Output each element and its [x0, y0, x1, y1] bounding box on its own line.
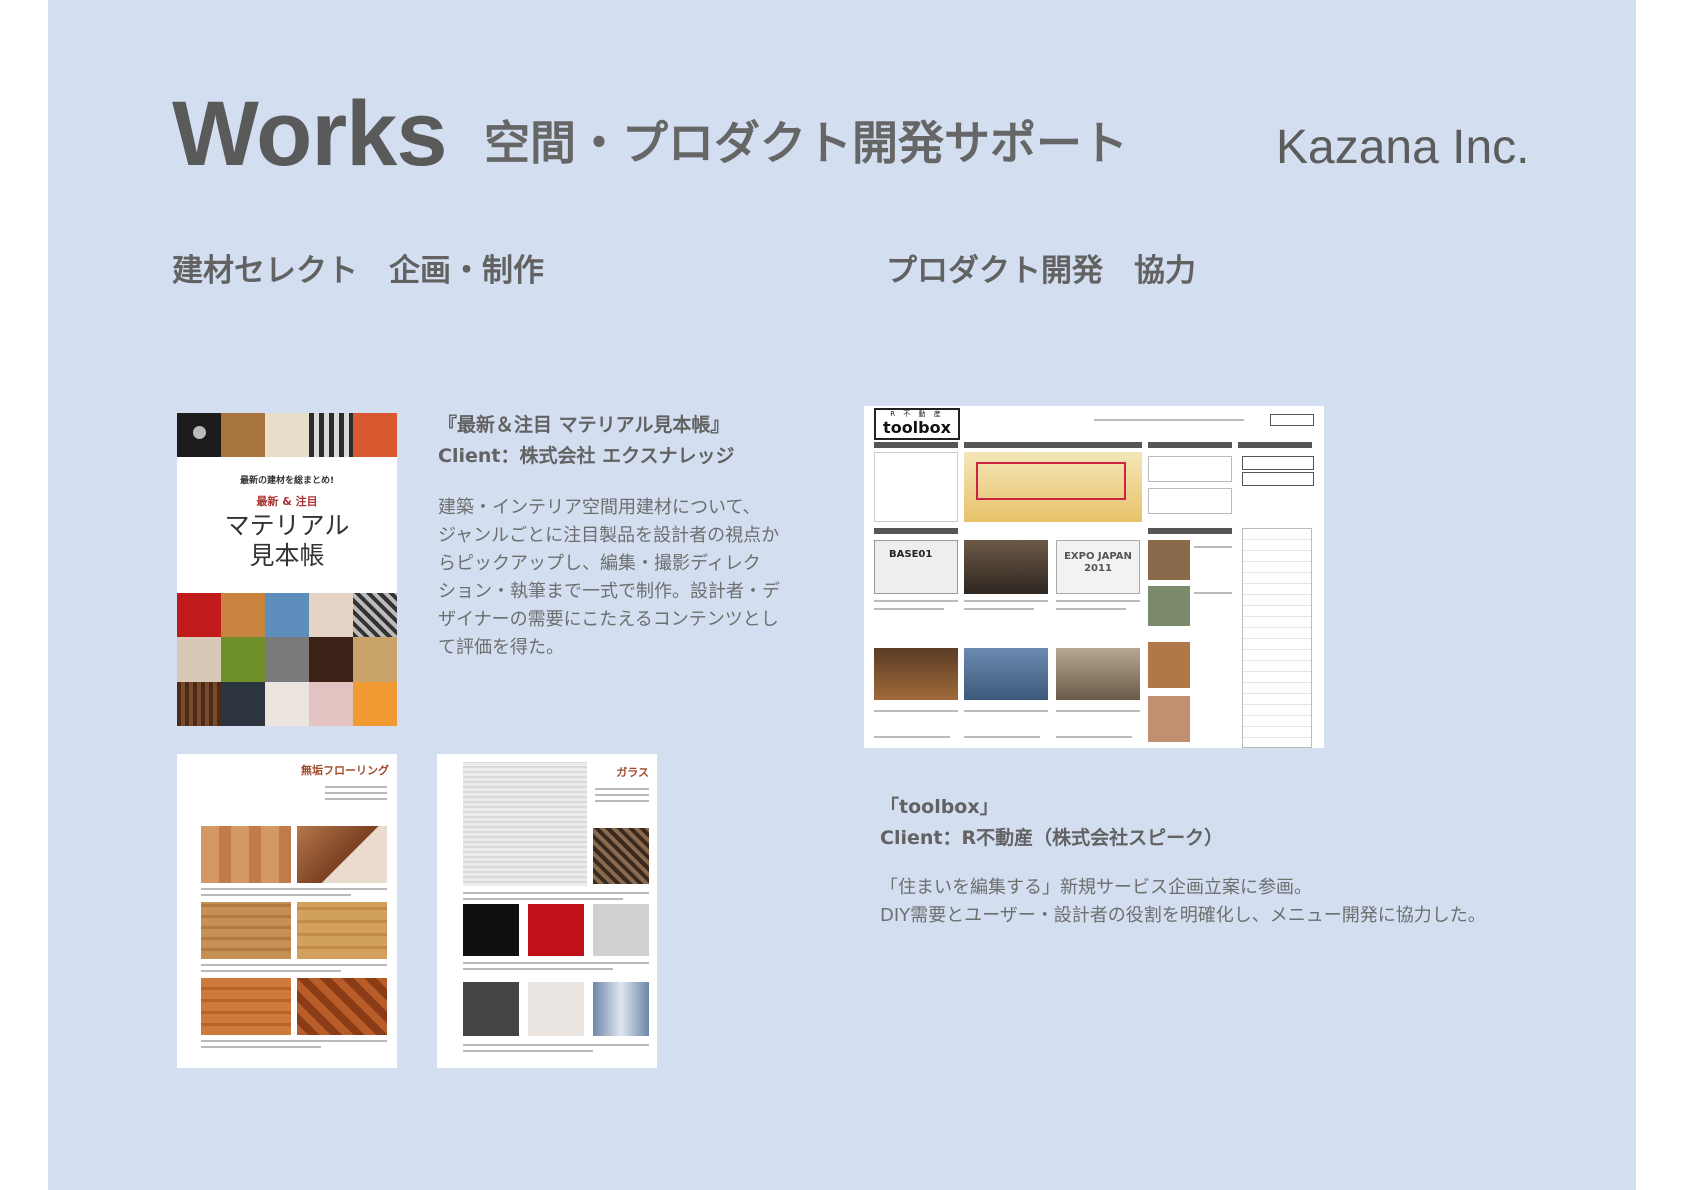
left-description: 建築・インテリア空間用建材について、 ジャンルごとに注目製品を設計者の視点か ら…: [438, 494, 798, 662]
right-description-line: DIY需要とユーザー・設計者の役割を明確化し、メニュー開発に協力した。: [880, 905, 1486, 926]
toolbox-logo: R 不 動 産 toolbox: [874, 408, 960, 440]
right-caption-client: Client：R不動産（株式会社スピーク）: [880, 827, 1224, 849]
cover-title-line1: マテリアル: [224, 511, 350, 540]
company-name: Kazana Inc.: [1276, 121, 1530, 174]
glass-spread-image: ガラス: [437, 754, 657, 1068]
cover-catch: 最新の建材を総まとめ!: [239, 476, 335, 486]
book-cover-image: 最新の建材を総まとめ! 最新 & 注目 マテリアル 見本帳: [177, 413, 397, 726]
left-description-line: ジャンルごとに注目製品を設計者の視点か: [438, 525, 780, 546]
cover-title-line2: 見本帳: [249, 541, 325, 570]
toolbox-card-base01: BASE01: [874, 540, 958, 594]
toolbox-website-screenshot: R 不 動 産 toolbox BASE01 EXPO JAPAN 2011: [864, 406, 1324, 748]
left-description-line: ション・執筆まで一式で制作。設計者・デ: [438, 581, 780, 602]
flooring-spread-image: 無垢フローリング: [177, 754, 397, 1068]
left-description-line: らピックアップし、編集・撮影ディレク: [438, 553, 761, 574]
page-subtitle: 空間・プロダクト開発サポート: [484, 116, 1128, 170]
left-caption-title: 『最新＆注目 マテリアル見本帳』: [438, 414, 730, 436]
right-description-line: 「住まいを編集する」新規サービス企画立案に参画。: [880, 877, 1312, 898]
cover-series: 最新 & 注目: [256, 495, 318, 508]
right-section-heading: プロダクト開発 協力: [886, 253, 1196, 289]
page-title: Works: [172, 83, 448, 185]
toolbox-card-expo: EXPO JAPAN 2011: [1056, 540, 1140, 594]
spread2-label: ガラス: [616, 766, 649, 779]
right-description: 「住まいを編集する」新規サービス企画立案に参画。 DIY需要とユーザー・設計者の…: [880, 874, 1600, 930]
spread1-label: 無垢フローリング: [301, 764, 389, 777]
left-description-line: 建築・インテリア空間用建材について、: [438, 497, 761, 518]
right-caption-title: 「toolbox」: [880, 796, 999, 818]
left-description-line: て評価を得た。: [438, 637, 564, 658]
left-section-heading: 建材セレクト 企画・制作: [172, 253, 544, 289]
left-caption-client: Client：株式会社 エクスナレッジ: [438, 445, 735, 467]
left-description-line: ザイナーの需要にこたえるコンテンツとし: [438, 609, 779, 630]
